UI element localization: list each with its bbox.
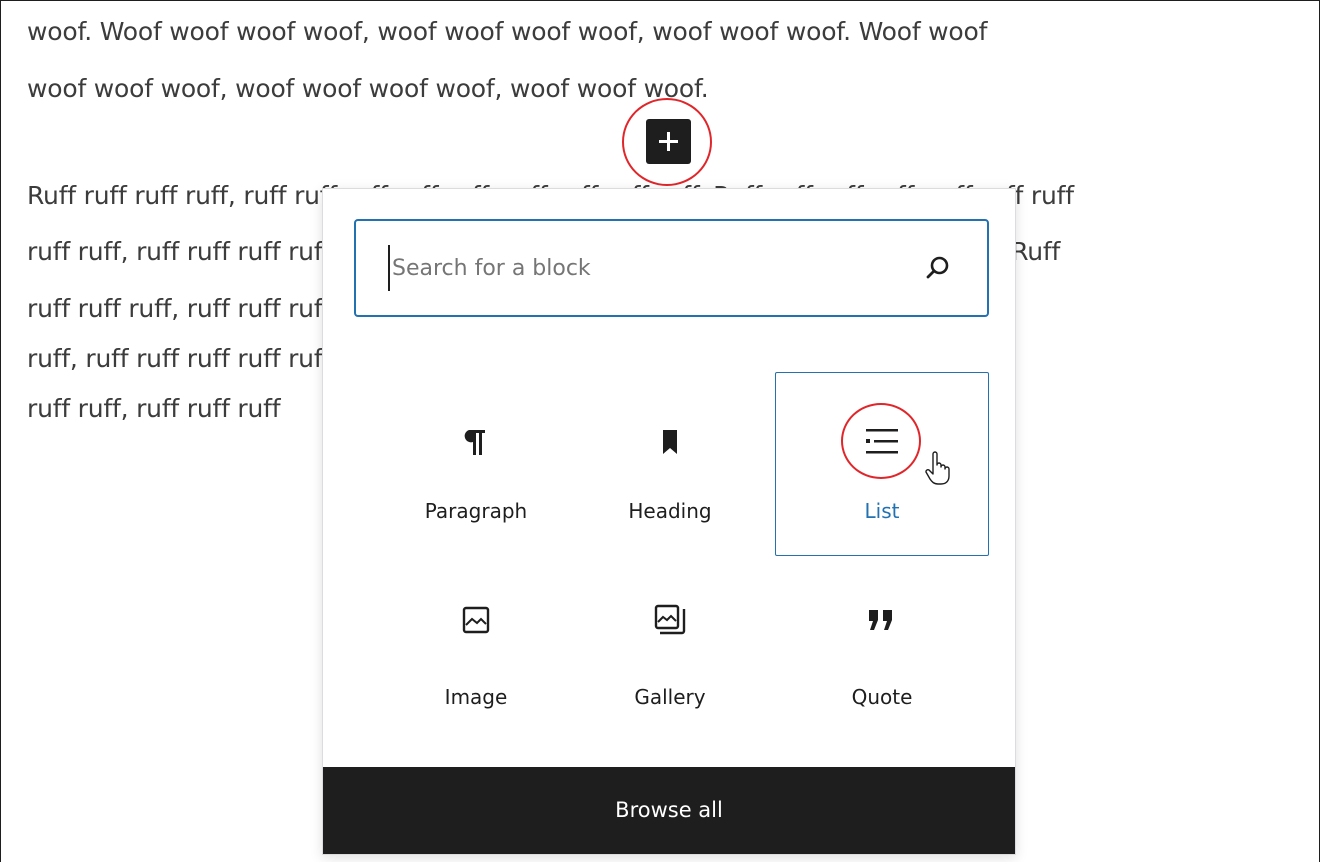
block-option-quote[interactable]: Quote	[775, 561, 989, 745]
block-option-list[interactable]: List	[775, 372, 989, 556]
plus-icon	[659, 132, 678, 151]
block-label: Gallery	[634, 685, 706, 709]
block-option-paragraph[interactable]: Paragraph	[369, 372, 583, 556]
block-label: Paragraph	[424, 499, 528, 523]
block-label: Heading	[628, 499, 712, 523]
block-option-image[interactable]: Image	[369, 561, 583, 745]
block-inserter-popover: Paragraph Heading List Image	[322, 188, 1016, 855]
block-option-gallery[interactable]: Gallery	[563, 561, 777, 745]
block-label: List	[864, 499, 900, 523]
hand-pointer-cursor-icon	[925, 451, 950, 485]
paragraph-icon	[464, 430, 485, 455]
editor-canvas: woof. Woof woof woof woof, woof woof woo…	[0, 0, 1320, 862]
block-search-box	[354, 219, 989, 317]
paragraph-line[interactable]: woof woof woof, woof woof woof woof, woo…	[27, 64, 709, 114]
list-icon	[866, 429, 898, 454]
quote-icon	[869, 610, 892, 630]
block-option-heading[interactable]: Heading	[563, 372, 777, 556]
paragraph-line[interactable]: ruff ruff, ruff ruff ruff	[27, 384, 281, 434]
heading-bookmark-icon	[663, 430, 677, 454]
block-label: Quote	[851, 685, 913, 709]
block-inserter-toggle-button[interactable]	[646, 119, 691, 164]
gallery-icon	[654, 604, 686, 635]
paragraph-line[interactable]: woof. Woof woof woof woof, woof woof woo…	[27, 7, 987, 57]
search-icon[interactable]	[924, 254, 952, 282]
browse-all-button[interactable]: Browse all	[323, 767, 1015, 854]
image-icon	[462, 606, 490, 634]
block-search-input[interactable]	[388, 245, 912, 291]
block-label: Image	[444, 685, 508, 709]
